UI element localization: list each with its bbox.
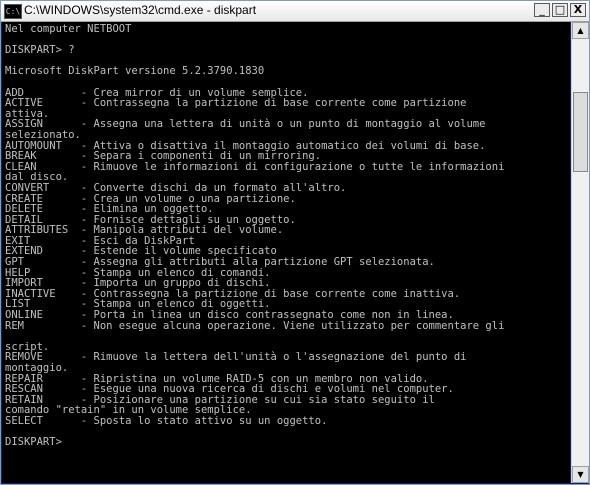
close-button[interactable]: X — [570, 3, 586, 17]
console-output[interactable]: Nel computer NETBOOT DISKPART> ? Microso… — [2, 22, 570, 483]
console-line: DISKPART> ? — [5, 44, 75, 57]
console-line: SELECT - Sposta lo stato attivo su un og… — [5, 414, 328, 427]
scroll-up-button[interactable]: ▲ — [572, 22, 589, 39]
console-line: Nel computer NETBOOT — [5, 23, 132, 35]
maximize-button[interactable]: □ — [552, 3, 568, 17]
console-line: REM - Non esegue alcuna operazione. Vien… — [5, 319, 505, 332]
console-line: REMOVE - Rimuove la lettera dell'unità o… — [5, 351, 467, 364]
console-line: DISKPART> — [5, 436, 62, 449]
title-bar[interactable]: C:\ C:\WINDOWS\system32\cmd.exe - diskpa… — [1, 1, 589, 22]
console-line: ACTIVE - Contrassegna la partizione di b… — [5, 97, 467, 110]
window-controls: _ □ X — [534, 3, 586, 17]
console-icon[interactable]: C:\ — [4, 4, 22, 19]
scroll-down-button[interactable]: ▼ — [572, 466, 589, 483]
vertical-scrollbar[interactable]: ▲ ▼ — [571, 22, 589, 483]
console-line: CLEAN - Rimuove le informazioni di confi… — [5, 160, 505, 173]
cmd-window: C:\ C:\WINDOWS\system32\cmd.exe - diskpa… — [0, 0, 590, 485]
scroll-thumb[interactable] — [573, 92, 588, 172]
minimize-button[interactable]: _ — [534, 3, 550, 17]
console-line: Microsoft DiskPart versione 5.2.3790.183… — [5, 65, 265, 78]
window-title: C:\WINDOWS\system32\cmd.exe - diskpart — [24, 3, 257, 17]
console-text: Nel computer NETBOOT DISKPART> ? Microso… — [2, 22, 570, 448]
